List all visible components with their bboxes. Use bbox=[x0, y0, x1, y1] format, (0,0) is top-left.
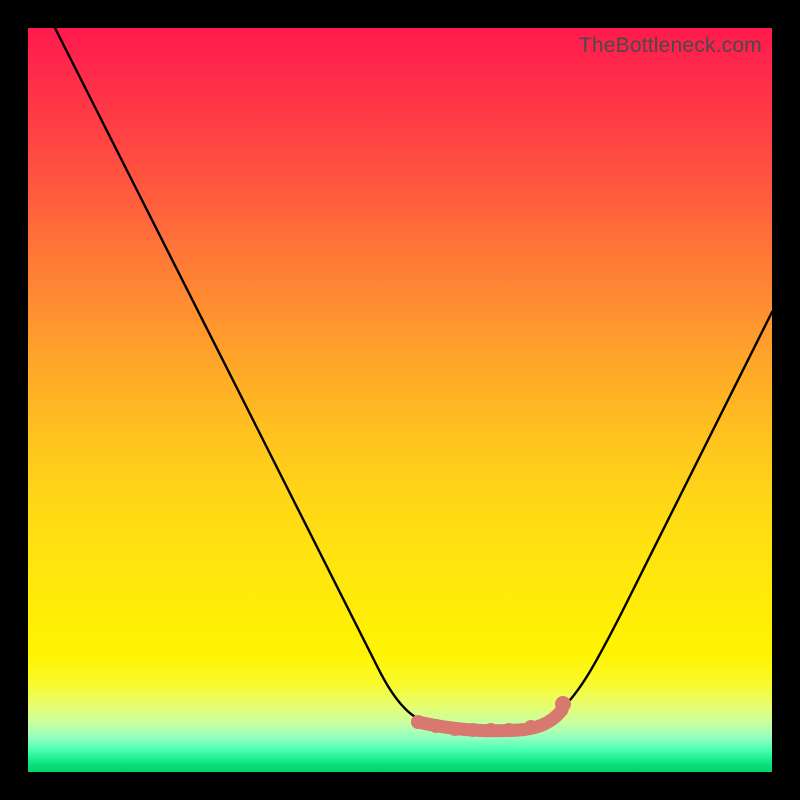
marker-dot bbox=[555, 696, 571, 712]
watermark-text: TheBottleneck.com bbox=[579, 34, 762, 58]
chart-frame: TheBottleneck.com bbox=[0, 0, 800, 800]
marker-dot bbox=[502, 723, 516, 737]
marker-dot bbox=[524, 720, 538, 734]
marker-dot bbox=[411, 715, 425, 729]
plot-area: TheBottleneck.com bbox=[28, 28, 772, 772]
bottleneck-curve-line bbox=[55, 28, 772, 730]
marker-dot bbox=[429, 719, 443, 733]
marker-dot bbox=[484, 723, 498, 737]
marker-dot bbox=[448, 722, 462, 736]
bottleneck-curve-svg bbox=[28, 28, 772, 772]
marker-dot bbox=[466, 723, 480, 737]
